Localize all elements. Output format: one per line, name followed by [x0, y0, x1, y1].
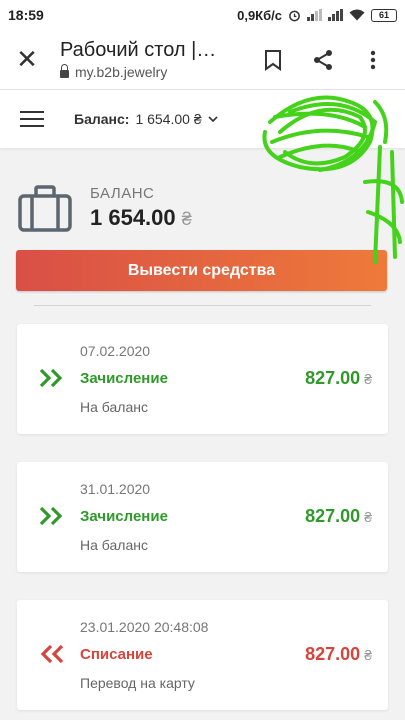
- double-chevron-right-icon: [39, 506, 63, 526]
- page-title: Рабочий стол |…: [60, 39, 217, 61]
- balance-label: БАЛАНС: [90, 185, 155, 202]
- balance-amount: 1 654.00 ₴: [90, 205, 192, 230]
- alarm-icon: [289, 10, 300, 21]
- browser-toolbar: ✕ Рабочий стол |… my.b2b.jewelry: [0, 30, 405, 90]
- signal-icon-2: [328, 9, 343, 21]
- double-chevron-right-icon: [39, 368, 63, 388]
- bookmark-icon[interactable]: [253, 49, 293, 71]
- share-icon[interactable]: [303, 49, 343, 71]
- transaction-card[interactable]: 31.01.2020 Зачисление На баланс 827.00 ₴: [17, 462, 388, 572]
- wifi-icon: [349, 9, 365, 21]
- more-menu-icon[interactable]: [353, 50, 393, 70]
- status-bar: 18:59 0,9Кб/с 61: [0, 0, 405, 30]
- balance-selector[interactable]: Баланс: 1 654.00 ₴: [74, 111, 218, 127]
- transaction-date: 23.01.2020 20:48:08: [80, 619, 209, 635]
- transaction-description: Перевод на карту: [80, 675, 195, 691]
- lock-icon: [60, 64, 69, 78]
- transaction-amount: 827.00 ₴: [305, 644, 372, 664]
- close-icon[interactable]: ✕: [12, 44, 42, 75]
- battery-icon: 61: [371, 8, 397, 22]
- transaction-type: Зачисление: [80, 370, 168, 387]
- transaction-card[interactable]: 07.02.2020 Зачисление На баланс 827.00 ₴: [17, 324, 388, 434]
- menu-icon[interactable]: [20, 111, 44, 127]
- balance-selector-label: Баланс:: [74, 111, 130, 127]
- redaction-scribble: [262, 95, 404, 264]
- briefcase-icon: [18, 185, 72, 232]
- transaction-amount: 827.00 ₴: [305, 506, 372, 526]
- signal-icon: [307, 9, 322, 21]
- transaction-list: 07.02.2020 Зачисление На баланс 827.00 ₴ …: [0, 324, 405, 710]
- clock: 18:59: [8, 7, 44, 23]
- transaction-type: Списание: [80, 646, 153, 663]
- divider: [34, 305, 371, 306]
- chevron-down-icon: [208, 115, 218, 122]
- url-text: my.b2b.jewelry: [75, 64, 168, 80]
- double-chevron-left-icon: [40, 644, 64, 664]
- address-block[interactable]: Рабочий стол |… my.b2b.jewelry: [60, 39, 243, 80]
- transaction-type: Зачисление: [80, 508, 168, 525]
- currency-sign: ₴: [181, 209, 192, 229]
- transaction-amount: 827.00 ₴: [305, 368, 372, 388]
- transaction-date: 31.01.2020: [80, 481, 151, 497]
- transaction-card[interactable]: 23.01.2020 20:48:08 Списание Перевод на …: [17, 600, 388, 710]
- transaction-description: На баланс: [80, 537, 148, 553]
- network-speed: 0,9Кб/с: [237, 7, 282, 23]
- status-icons: 0,9Кб/с 61: [237, 8, 397, 23]
- balance-selector-value: 1 654.00 ₴: [135, 111, 202, 127]
- transaction-description: На баланс: [80, 399, 148, 415]
- transaction-date: 07.02.2020: [80, 343, 151, 359]
